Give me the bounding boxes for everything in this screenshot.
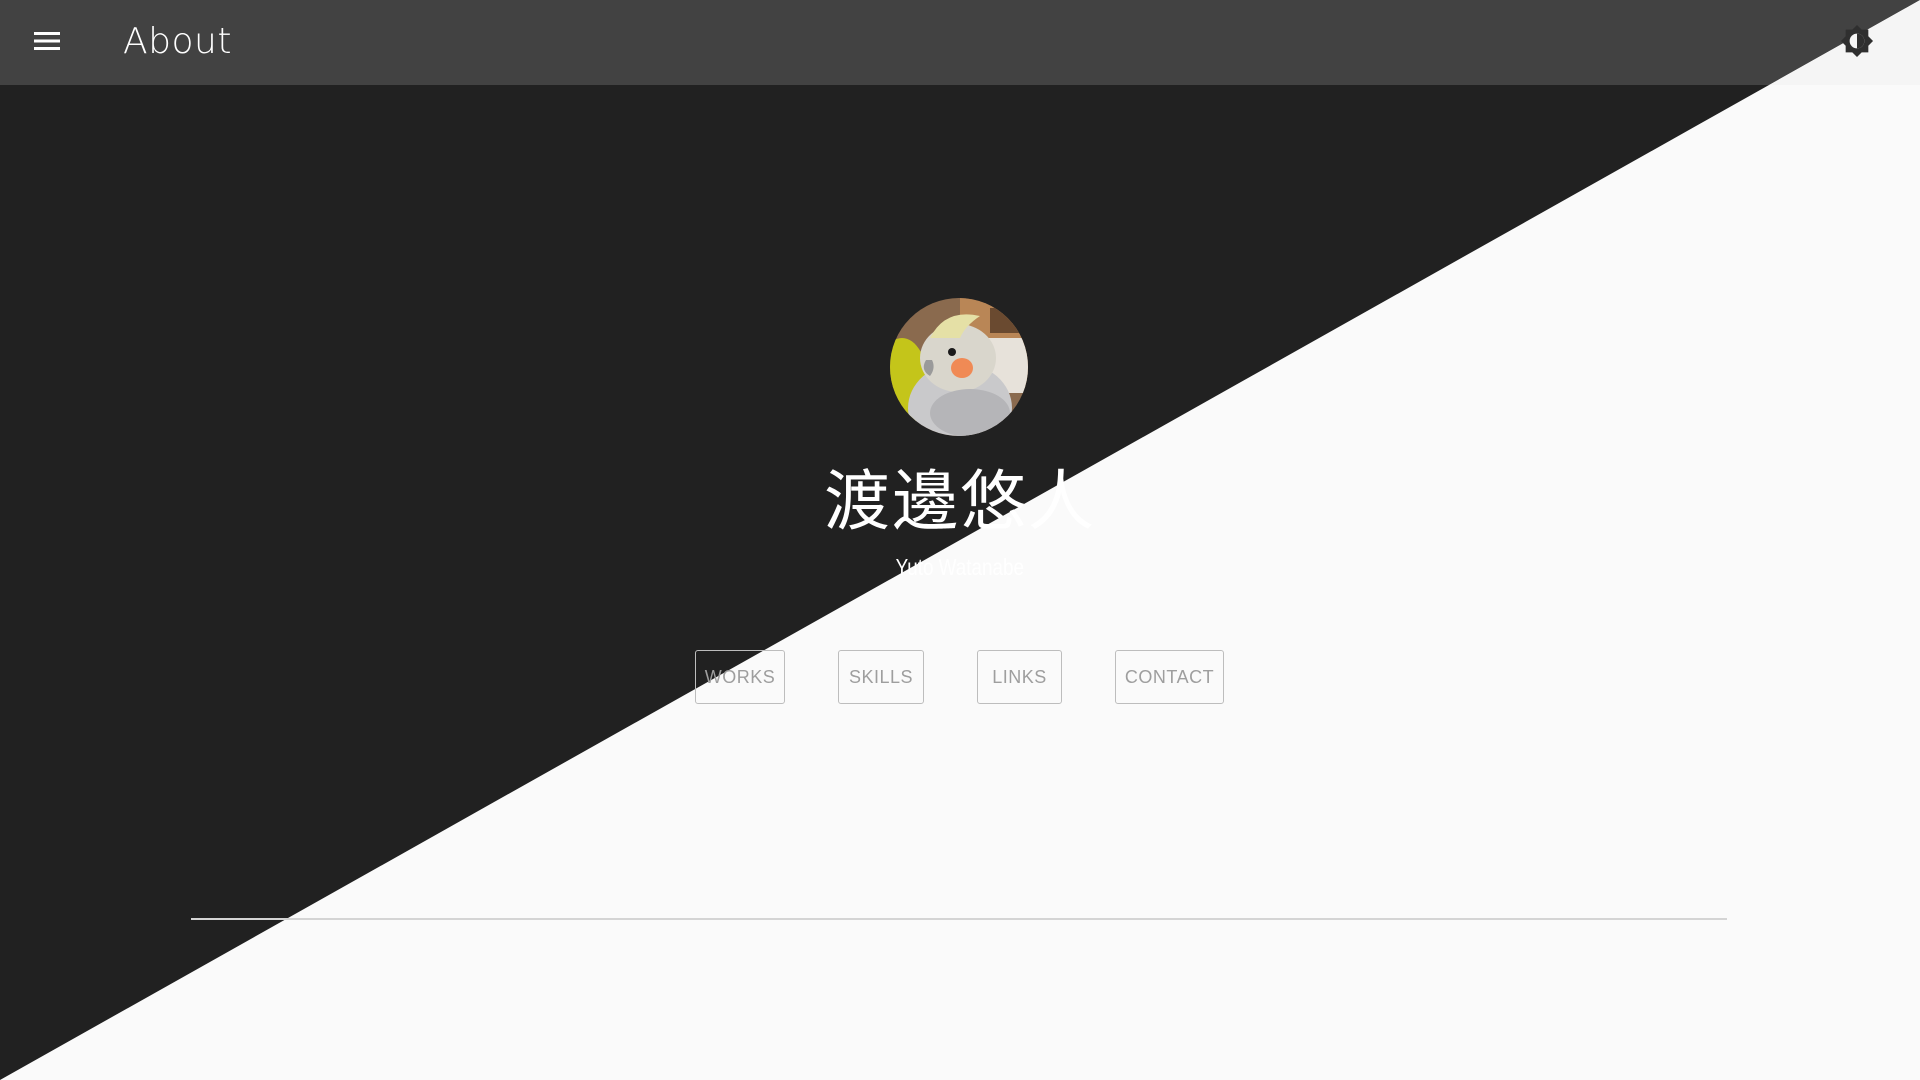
works-button[interactable]: WORKS	[695, 650, 785, 704]
section-navigation: WORKS SKILLS LINKS CONTACT	[0, 650, 1920, 706]
menu-button[interactable]	[26, 22, 68, 64]
name-english: Yuto Watanabe	[895, 554, 1024, 580]
name-japanese: 渡邊悠人	[824, 463, 1096, 540]
theme-toggle-button[interactable]	[1836, 22, 1878, 64]
brightness-auto-icon	[1840, 24, 1874, 62]
menu-icon	[34, 31, 60, 55]
links-button[interactable]: LINKS	[977, 650, 1062, 704]
skills-button[interactable]: SKILLS	[838, 650, 924, 704]
section-divider	[191, 918, 1727, 920]
avatar	[890, 298, 1028, 436]
avatar-image	[890, 298, 1028, 436]
contact-button[interactable]: CONTACT	[1115, 650, 1224, 704]
